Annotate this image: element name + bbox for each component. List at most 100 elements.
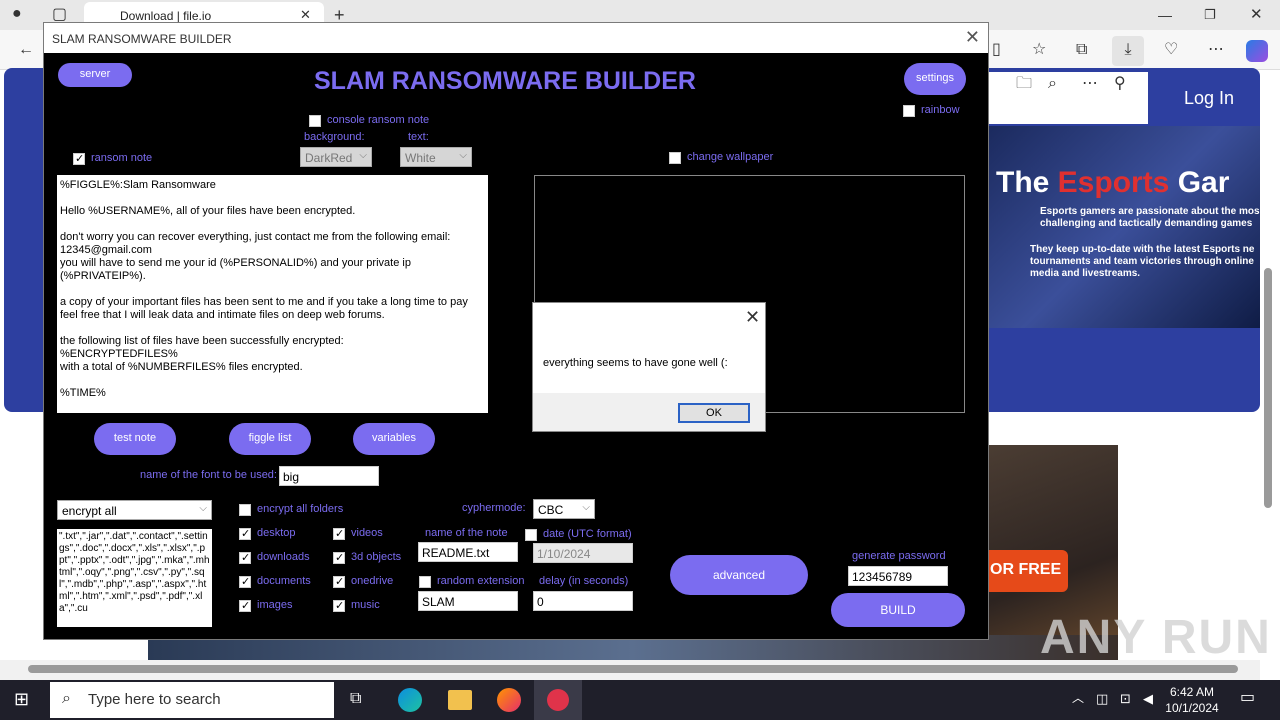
slam-app-taskbar-button[interactable] xyxy=(534,680,582,720)
clock-date: 10/1/2024 xyxy=(1165,701,1219,715)
app-close-icon[interactable]: ✕ xyxy=(965,27,980,48)
volume-icon[interactable]: ◀ xyxy=(1143,692,1153,705)
ransom-note-checkbox[interactable] xyxy=(73,152,85,165)
downloads-button[interactable]: ⤓ xyxy=(1112,36,1144,66)
rainbow-label: rainbow xyxy=(921,104,960,116)
server-button[interactable]: server xyxy=(58,63,132,87)
advanced-button[interactable]: advanced xyxy=(670,555,808,595)
images-label: images xyxy=(257,599,293,611)
font-name-input[interactable]: big xyxy=(279,466,379,486)
back-icon[interactable]: ← xyxy=(18,42,34,58)
random-extension-input[interactable]: SLAM xyxy=(418,591,518,611)
downloads-label: downloads xyxy=(257,551,310,563)
search-icon[interactable]: ⌕ xyxy=(1048,76,1057,92)
documents-label: documents xyxy=(257,575,311,587)
cyphermode-label: cyphermode: xyxy=(462,502,526,514)
download-icon: ⤓ xyxy=(1124,41,1132,58)
task-view-icon[interactable]: ⧉ xyxy=(350,691,361,707)
date-label: date (UTC format) xyxy=(543,528,632,540)
font-name-label: name of the font to be used: xyxy=(140,469,277,481)
background-label: background: xyxy=(304,131,365,143)
search-icon: ⌕ xyxy=(62,690,71,707)
note-name-input[interactable]: README.txt xyxy=(418,542,518,562)
app-titlebar: SLAM RANSOMWARE BUILDER ✕ xyxy=(44,23,988,53)
music-checkbox[interactable] xyxy=(333,599,345,612)
password-input[interactable]: 123456789 xyxy=(848,566,948,586)
console-ransom-note-label: console ransom note xyxy=(327,114,430,126)
videos-checkbox[interactable] xyxy=(333,527,345,540)
edge-icon[interactable] xyxy=(398,688,422,712)
downloads-checkbox[interactable] xyxy=(239,551,251,564)
chevron-down-icon: ⌵ xyxy=(199,503,207,514)
browser-essentials-icon[interactable]: ♡ xyxy=(1164,42,1178,58)
dialog-ok-button[interactable]: OK xyxy=(678,403,750,423)
tab-close-icon[interactable]: ✕ xyxy=(300,8,311,21)
console-ransom-note-checkbox[interactable] xyxy=(309,115,321,127)
dialog-message: everything seems to have gone well (: xyxy=(543,357,728,369)
background-select[interactable]: DarkRed ⌵ xyxy=(300,147,372,167)
window-close-icon[interactable]: ✕ xyxy=(1250,7,1263,22)
images-checkbox[interactable] xyxy=(239,599,251,612)
taskbar-clock[interactable]: 6:42 AM 10/1/2024 xyxy=(1162,684,1222,716)
dialog-close-icon[interactable]: ✕ xyxy=(745,307,760,328)
build-button[interactable]: BUILD xyxy=(831,593,965,627)
encrypt-mode-select[interactable]: encrypt all ⌵ xyxy=(57,500,212,520)
split-screen-icon[interactable]: ▯ xyxy=(992,42,1001,58)
rainbow-checkbox[interactable] xyxy=(903,105,915,117)
clock-time: 6:42 AM xyxy=(1169,685,1215,699)
search-placeholder: Type here to search xyxy=(88,691,221,708)
figgle-list-button[interactable]: figgle list xyxy=(229,423,311,455)
extensions-textarea[interactable]: ".txt",".jar",".dat",".contact",".settin… xyxy=(57,529,212,627)
more-menu-icon[interactable]: ⋯ xyxy=(1208,42,1224,58)
random-extension-checkbox[interactable] xyxy=(419,576,431,588)
horizontal-scroll-thumb[interactable] xyxy=(28,665,1238,673)
vertical-scroll-thumb[interactable] xyxy=(1264,268,1272,508)
documents-checkbox[interactable] xyxy=(239,575,251,588)
chevron-down-icon: ⌵ xyxy=(459,150,467,161)
date-input[interactable]: 1/10/2024 xyxy=(533,543,633,563)
desktop-checkbox[interactable] xyxy=(239,527,251,540)
slam-app-icon xyxy=(547,689,569,711)
start-icon[interactable]: ⊞ xyxy=(14,690,29,708)
favorites-icon[interactable]: ☆ xyxy=(1032,42,1046,58)
network-icon[interactable]: ⊡ xyxy=(1120,692,1131,705)
message-dialog: ✕ everything seems to have gone well (: … xyxy=(532,302,766,432)
taskbar-search-input[interactable]: ⌕ Type here to search xyxy=(50,682,334,718)
more-icon[interactable]: ⋯ xyxy=(1082,76,1098,92)
play-free-button[interactable]: OR FREE xyxy=(988,550,1068,592)
3d-objects-checkbox[interactable] xyxy=(333,551,345,564)
profile-icon[interactable]: ● xyxy=(12,6,22,22)
dialog-body xyxy=(533,303,765,393)
restore-icon[interactable]: ❐ xyxy=(1204,8,1216,21)
login-link[interactable]: Log In xyxy=(1184,88,1234,109)
file-explorer-icon[interactable] xyxy=(448,690,472,710)
variables-button[interactable]: variables xyxy=(353,423,435,455)
collections-icon[interactable]: ⧉ xyxy=(1076,42,1087,58)
meet-icon[interactable]: ◫ xyxy=(1096,692,1108,705)
encrypt-all-folders-checkbox[interactable] xyxy=(239,504,251,516)
folder-icon[interactable]: 🗀 xyxy=(1016,76,1032,92)
text-color-select[interactable]: White ⌵ xyxy=(400,147,472,167)
onedrive-checkbox[interactable] xyxy=(333,575,345,588)
firefox-icon[interactable] xyxy=(497,688,521,712)
music-label: music xyxy=(351,599,380,611)
esports-subtext-1: Esports gamers are passionate about the … xyxy=(1040,206,1260,229)
generate-password-label[interactable]: generate password xyxy=(852,550,946,562)
test-note-button[interactable]: test note xyxy=(94,423,176,455)
ransom-note-textarea[interactable]: %FIGGLE%:Slam Ransomware Hello %USERNAME… xyxy=(57,175,488,413)
cyphermode-select[interactable]: CBC ⌵ xyxy=(533,499,595,519)
tray-chevron-icon[interactable]: ︿ xyxy=(1072,692,1084,704)
minimize-icon[interactable]: — xyxy=(1158,8,1172,22)
date-checkbox[interactable] xyxy=(525,529,537,541)
delay-input[interactable]: 0 xyxy=(533,591,633,611)
esports-title: The Esports Gar xyxy=(996,166,1230,199)
chevron-down-icon: ⌵ xyxy=(359,150,367,161)
anyrun-watermark: ANY RUN xyxy=(1040,611,1272,664)
copilot-icon[interactable] xyxy=(1246,40,1268,62)
pin-icon[interactable]: ⚲ xyxy=(1114,76,1126,92)
change-wallpaper-checkbox[interactable] xyxy=(669,152,681,164)
notifications-icon[interactable]: ▭ xyxy=(1240,690,1255,706)
tab-actions-icon[interactable]: ▢ xyxy=(52,7,67,23)
settings-button[interactable]: settings xyxy=(904,63,966,95)
encrypt-all-folders-label: encrypt all folders xyxy=(257,503,344,515)
